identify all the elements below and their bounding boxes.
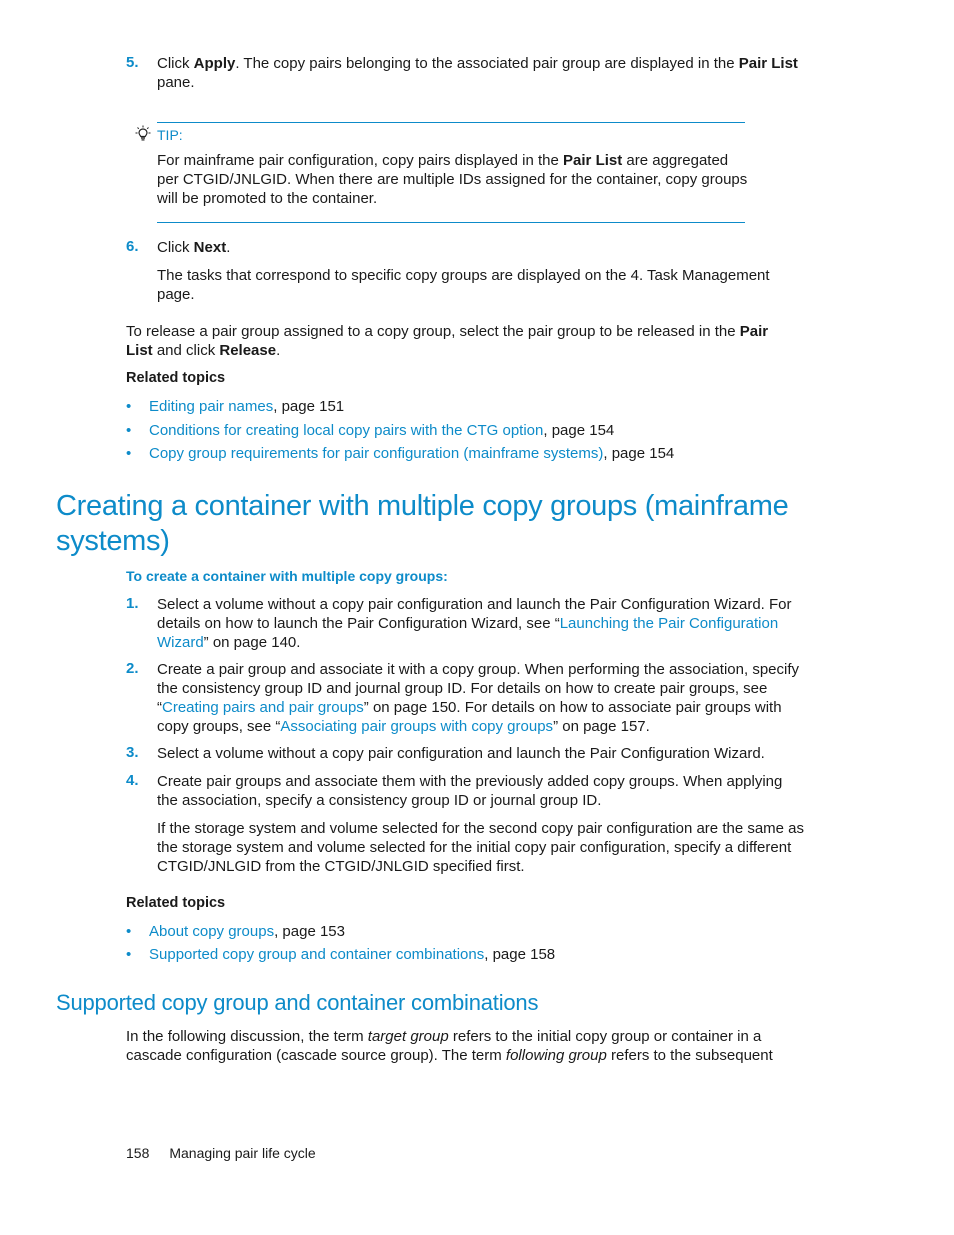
- step-5-text: Click Apply. The copy pairs belonging to…: [157, 54, 807, 92]
- step-3-text: Select a volume without a copy pair conf…: [157, 745, 765, 762]
- step-number: 4.: [126, 772, 139, 789]
- step-6-detail: The tasks that correspond to specific co…: [157, 267, 770, 303]
- list-item: • Conditions for creating local copy pair…: [126, 421, 614, 440]
- step-2-text: Create a pair group and associate it wit…: [157, 660, 807, 736]
- cross-ref-link[interactable]: Creating pairs and pair groups: [162, 699, 364, 716]
- related-link[interactable]: Supported copy group and container combi…: [149, 946, 484, 963]
- text: .: [226, 239, 231, 256]
- bullet-icon: •: [126, 946, 132, 963]
- list-item: • About copy groups, page 153: [126, 922, 345, 941]
- step-number: 5.: [126, 54, 139, 71]
- page-ref: , page 154: [603, 445, 675, 462]
- page-ref: , page 158: [484, 946, 556, 963]
- related-link[interactable]: Conditions for creating local copy pairs…: [149, 422, 543, 439]
- step-number: 3.: [126, 744, 139, 761]
- step-4-text: Create pair groups and associate them wi…: [157, 773, 783, 809]
- related-topics-heading: Related topics: [126, 370, 226, 386]
- related-link[interactable]: Copy group requirements for pair configu…: [149, 445, 603, 462]
- page-ref: , page 151: [273, 398, 345, 415]
- page-number: 158: [126, 1145, 150, 1161]
- page-ref: , page 153: [274, 923, 345, 940]
- step-number: 6.: [126, 238, 139, 255]
- related-link[interactable]: About copy groups: [149, 923, 274, 940]
- step-number: 2.: [126, 660, 139, 677]
- text: and click: [152, 342, 220, 359]
- text: ” on page 140.: [203, 634, 301, 651]
- term-target-group: target group: [367, 1028, 449, 1045]
- ui-term-next: Next: [193, 239, 227, 256]
- list-item: • Supported copy group and container comb…: [126, 945, 555, 964]
- tip-label: TIP:: [157, 127, 183, 143]
- tip-text: For mainframe pair configuration, copy p…: [157, 151, 752, 208]
- ui-term-pair-list: Pair List: [738, 55, 798, 72]
- procedure-title: To create a container with multiple copy…: [126, 568, 448, 584]
- step-number: 1.: [126, 595, 139, 612]
- text: Click: [157, 239, 194, 256]
- related-link[interactable]: Editing pair names: [149, 398, 273, 415]
- release-paragraph: To release a pair group assigned to a co…: [126, 322, 791, 360]
- lightbulb-icon: [135, 125, 151, 147]
- list-item: • Editing pair names, page 151: [126, 397, 344, 416]
- tip-bottom-rule: [157, 222, 745, 223]
- bullet-icon: •: [126, 422, 132, 439]
- text: pane.: [157, 74, 195, 91]
- section-2-paragraph: In the following discussion, the term ta…: [126, 1027, 786, 1065]
- page-ref: , page 154: [543, 422, 615, 439]
- page-footer: 158 Managing pair life cycle: [126, 1145, 336, 1161]
- text: ” on page 157.: [553, 718, 650, 735]
- step-1-text: Select a volume without a copy pair conf…: [157, 595, 807, 652]
- ui-term-pair-list: Pair List: [563, 152, 623, 169]
- ui-term-apply: Apply: [193, 55, 236, 72]
- bullet-icon: •: [126, 398, 132, 415]
- step-4-detail: If the storage system and volume selecte…: [157, 820, 805, 875]
- chapter-title: Managing pair life cycle: [169, 1145, 316, 1161]
- ui-term-release: Release: [219, 342, 277, 359]
- text: .: [276, 342, 281, 359]
- tip-top-rule: [157, 122, 745, 123]
- list-item: • Copy group requirements for pair config…: [126, 444, 674, 463]
- text: refers to the subsequent: [606, 1047, 773, 1064]
- cross-ref-link[interactable]: Associating pair groups with copy groups: [280, 718, 553, 735]
- subsection-heading: Supported copy group and container combi…: [56, 990, 539, 1015]
- bullet-icon: •: [126, 923, 132, 940]
- bullet-icon: •: [126, 445, 132, 462]
- step-6-text: Click Next.: [157, 238, 807, 257]
- text: For mainframe pair configuration, copy p…: [157, 152, 564, 169]
- text: To release a pair group assigned to a co…: [126, 323, 740, 340]
- text: In the following discussion, the term: [126, 1028, 368, 1045]
- text: Click: [157, 55, 194, 72]
- text: . The copy pairs belonging to the associ…: [235, 55, 739, 72]
- section-heading: Creating a container with multiple copy …: [56, 490, 789, 557]
- related-topics-heading: Related topics: [126, 895, 226, 911]
- term-following-group: following group: [505, 1047, 607, 1064]
